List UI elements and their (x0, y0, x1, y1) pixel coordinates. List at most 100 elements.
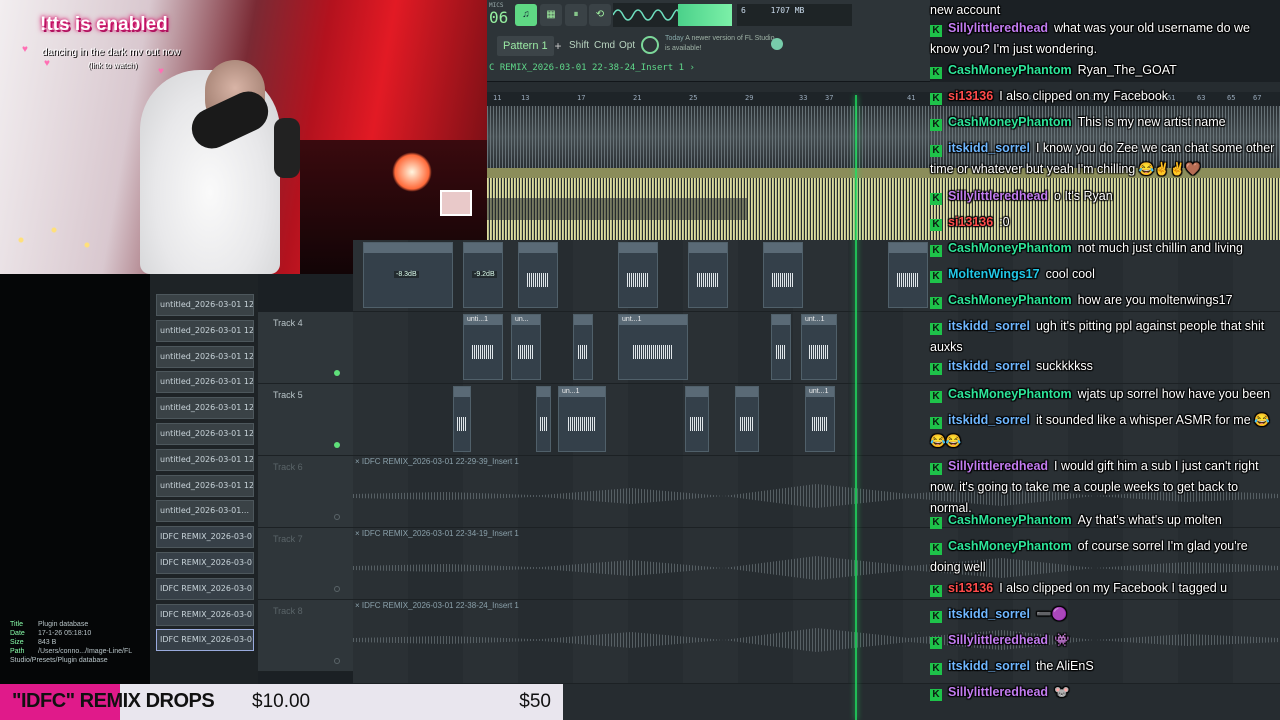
chat-text: new account (930, 3, 1001, 17)
chat-username[interactable]: itskidd_sorrel (948, 359, 1030, 373)
fl-toolbar: MICS 06 ♫ ▦ ⏸ ⟲ 6 1707 MB Pattern 1 + Sh… (487, 0, 930, 82)
audio-clip[interactable]: un... (511, 314, 541, 380)
audio-clip[interactable] (685, 386, 709, 452)
audio-clip[interactable]: unt...1 (618, 314, 688, 380)
chat-username[interactable]: Sillylittleredhead (948, 189, 1048, 203)
browser-item[interactable]: untitled_2026-03-01 12-... (156, 475, 254, 497)
browser-item[interactable]: IDFC REMIX_2026-03-01... (156, 629, 254, 651)
chat-username[interactable]: CashMoneyPhantom (948, 513, 1072, 527)
audio-clip[interactable] (618, 242, 658, 308)
track-enable-led[interactable] (334, 514, 340, 520)
audio-clip[interactable]: unt...1 (801, 314, 837, 380)
browser-item[interactable]: IDFC REMIX_2026-03-01... (156, 552, 254, 574)
audio-clip[interactable] (888, 242, 928, 308)
chat-username[interactable]: Sillylittleredhead (948, 685, 1048, 699)
donation-goal-amount: $50 (519, 691, 551, 712)
cmd-key[interactable]: Cmd (594, 36, 615, 56)
chat-username[interactable]: CashMoneyPhantom (948, 293, 1072, 307)
plugin-info: Title Plugin database Date 17-1-26 05:18:1… (10, 620, 148, 665)
shift-key[interactable]: Shift (569, 36, 589, 56)
chat-username[interactable]: Sillylittleredhead (948, 459, 1048, 473)
news-icon[interactable] (641, 36, 659, 54)
chat-text: not much just chillin and living (1077, 241, 1244, 255)
chat-message: K Sillylittleredhead o It's Ryan (930, 186, 1280, 207)
chat-username[interactable]: si13136 (948, 89, 993, 103)
chat-username[interactable]: itskidd_sorrel (948, 607, 1030, 621)
audio-clip[interactable]: -8.3dB (363, 242, 453, 308)
chat-username[interactable]: si13136 (948, 581, 993, 595)
chat-username[interactable]: CashMoneyPhantom (948, 115, 1072, 129)
browser-item[interactable]: untitled_2026-03-01 12-... (156, 371, 254, 393)
chat-username[interactable]: itskidd_sorrel (948, 659, 1030, 673)
chat-text: o It's Ryan (1054, 189, 1113, 203)
audio-clip[interactable] (735, 386, 759, 452)
chat-text: :0 (999, 215, 1010, 229)
track-enable-led[interactable] (334, 442, 340, 448)
kick-badge-icon: K (930, 323, 942, 335)
chat-message: K Sillylittleredhead 🐭 (930, 682, 1280, 703)
chat-text: 🐭 (1054, 685, 1070, 699)
loop-record-icon[interactable]: ⟲ (589, 4, 611, 26)
track-header-6[interactable]: Track 6 (258, 456, 353, 528)
audio-clip[interactable]: un...1 (558, 386, 606, 452)
audio-clip[interactable]: unti...1 (463, 314, 503, 380)
track-enable-led[interactable] (334, 658, 340, 664)
time-display[interactable]: 06 (489, 8, 508, 27)
browser-item[interactable]: untitled_2026-03-01 12-... (156, 397, 254, 419)
step-record-icon[interactable]: ▦ (540, 4, 562, 26)
browser-item[interactable]: untitled_2026-03-01 12-... (156, 423, 254, 445)
chat-username[interactable]: CashMoneyPhantom (948, 63, 1072, 77)
audio-clip[interactable] (518, 242, 558, 308)
chat-message: K CashMoneyPhantom not much just chillin a… (930, 238, 1280, 259)
track-header-7[interactable]: Track 7 (258, 528, 353, 600)
audio-clip[interactable]: unt...1 (805, 386, 835, 452)
browser-item[interactable]: untitled_2026-03-01... (156, 500, 254, 522)
audio-clip[interactable] (536, 386, 551, 452)
pattern-selector[interactable]: Pattern 1 (497, 36, 554, 56)
donation-goal-title: "IDFC" REMIX DROPS (12, 690, 215, 712)
kick-badge-icon: K (930, 611, 942, 623)
audio-clip[interactable] (688, 242, 728, 308)
opt-key[interactable]: Opt (619, 36, 635, 56)
browser-item[interactable]: IDFC REMIX_2026-03-01... (156, 526, 254, 548)
chat-text: I also clipped on my Facebook (999, 89, 1169, 103)
playhead[interactable] (855, 95, 857, 720)
chat-username[interactable]: CashMoneyPhantom (948, 387, 1072, 401)
browser-item[interactable]: untitled_2026-03-01 12-... (156, 320, 254, 342)
update-notice[interactable]: Today A newer version of FL Studio is av… (665, 34, 775, 54)
globe-icon[interactable] (771, 38, 783, 50)
chat-text: ➖🟣 (1035, 607, 1068, 621)
chat-username[interactable]: MoltenWings17 (948, 267, 1040, 281)
browser-item[interactable]: IDFC REMIX_2026-03-01... (156, 578, 254, 600)
audio-clip[interactable] (453, 386, 471, 452)
metronome-icon[interactable]: ♫ (515, 4, 537, 26)
audio-clip[interactable] (573, 314, 593, 380)
track-enable-led[interactable] (334, 370, 340, 376)
track-enable-led[interactable] (334, 586, 340, 592)
chat-username[interactable]: CashMoneyPhantom (948, 539, 1072, 553)
chat-username[interactable]: Sillylittleredhead (948, 21, 1048, 35)
chat-username[interactable]: itskidd_sorrel (948, 319, 1030, 333)
track-header-4[interactable]: Track 4 (258, 312, 353, 384)
track-header-5[interactable]: Track 5 (258, 384, 353, 456)
chat-message: K CashMoneyPhantom This is my new artist n… (930, 112, 1280, 133)
audio-clip[interactable] (763, 242, 803, 308)
browser-item[interactable]: IDFC REMIX_2026-03-01... (156, 604, 254, 626)
chat-username[interactable]: si13136 (948, 215, 993, 229)
chat-username[interactable]: CashMoneyPhantom (948, 241, 1072, 255)
browser-item[interactable]: untitled_2026-03-01 12-... (156, 346, 254, 368)
chat-username[interactable]: Sillylittleredhead (948, 633, 1048, 647)
add-pattern-button[interactable]: + (551, 36, 565, 56)
browser-item[interactable]: untitled_2026-03-01 12-... (156, 294, 254, 316)
lamp-light (392, 152, 432, 192)
audio-clip[interactable] (771, 314, 791, 380)
browser-item[interactable]: untitled_2026-03-01 12-... (156, 449, 254, 471)
kick-badge-icon: K (930, 517, 942, 529)
chat-username[interactable]: itskidd_sorrel (948, 413, 1030, 427)
chat-username[interactable]: itskidd_sorrel (948, 141, 1030, 155)
audio-clip[interactable]: -9.2dB (463, 242, 503, 308)
track-header-8[interactable]: Track 8 (258, 600, 353, 672)
chat-message: Kitskidd_sorrel ugh it's pitting ppl agai… (930, 316, 1280, 358)
string-lights (10, 215, 120, 265)
wait-input-icon[interactable]: ⏸ (565, 4, 587, 26)
